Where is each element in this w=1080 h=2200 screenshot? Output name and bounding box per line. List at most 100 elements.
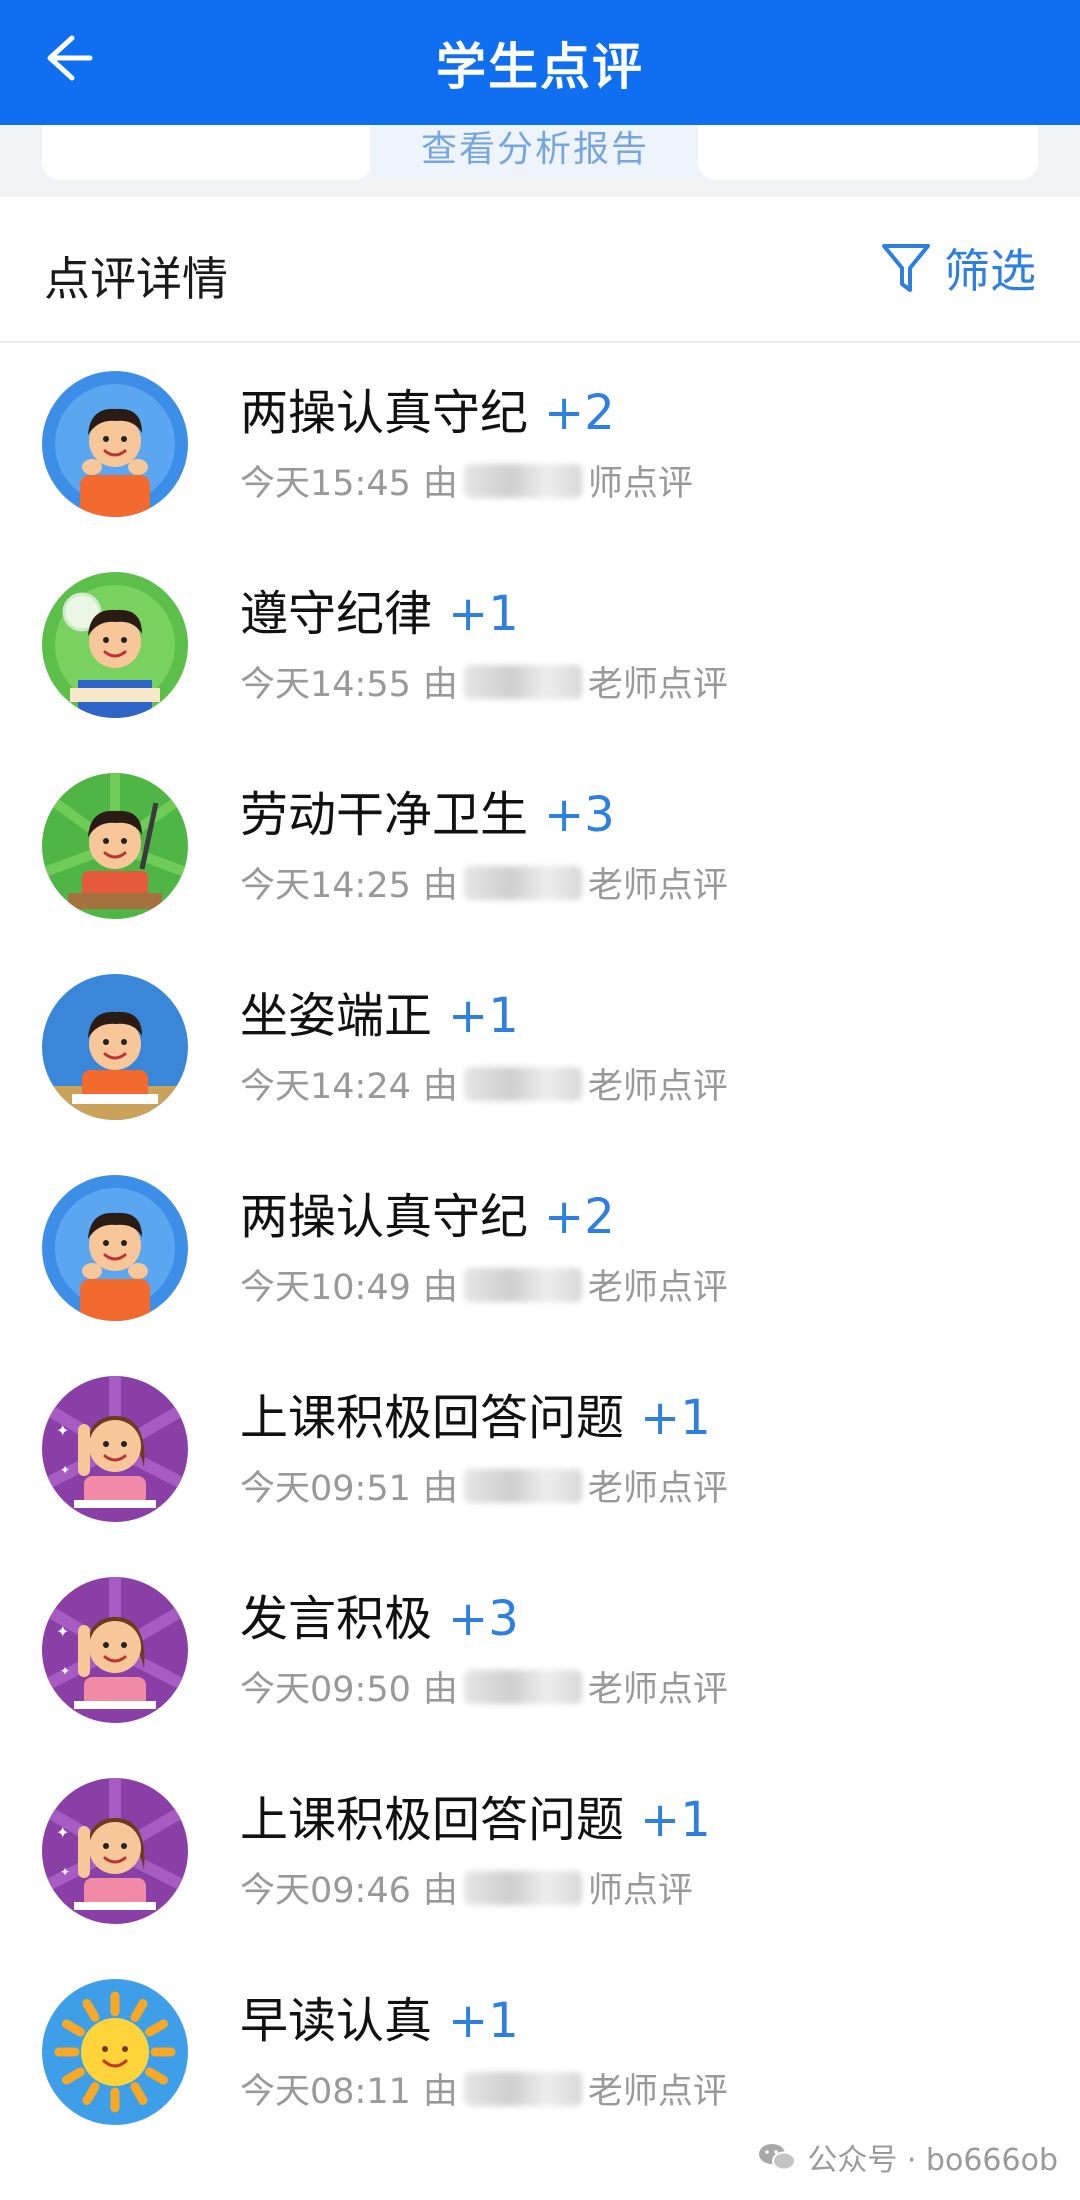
comment-time: 今天15:45: [240, 464, 411, 504]
comment-name: 上课积极回答问题: [240, 1390, 625, 1446]
comment-score: +2: [544, 1189, 615, 1245]
girl-purple-avatar-icon: ✦✦: [42, 1778, 188, 1924]
comment-score: +1: [448, 1993, 519, 2049]
comment-by: 由: [422, 1871, 458, 1911]
comment-name: 上课积极回答问题: [240, 1792, 625, 1848]
comment-suffix: 老师点评: [587, 2072, 728, 2112]
comment-time: 今天14:25: [240, 866, 411, 906]
comment-title: 劳动干净卫生 +3: [240, 775, 615, 845]
comment-meta: 今天14:25 由 老师点评: [240, 857, 728, 908]
comment-by: 由: [422, 2072, 458, 2112]
view-report-label: 查看分析报告: [420, 129, 649, 170]
comment-by: 由: [422, 665, 458, 705]
svg-text:✦: ✦: [60, 1664, 70, 1678]
comment-by: 由: [422, 1268, 458, 1308]
girl-purple-avatar-icon: ✦✦: [42, 1376, 188, 1522]
comment-name: 发言积极: [240, 1591, 433, 1647]
comment-title: 遵守纪律 +1: [240, 574, 519, 644]
comment-name: 两操认真守纪: [240, 1189, 529, 1245]
comment-suffix: 老师点评: [587, 1067, 728, 1107]
comment-avatar: [42, 1979, 188, 2125]
comment-meta: 今天14:24 由 老师点评: [240, 1058, 728, 1109]
comment-suffix: 师点评: [587, 1871, 693, 1911]
comment-avatar: [42, 1175, 188, 1321]
comment-name: 早读认真: [240, 1993, 433, 2049]
filter-icon: [882, 244, 930, 292]
svg-text:✦: ✦: [56, 1622, 69, 1641]
comment-suffix: 师点评: [587, 464, 693, 504]
comment-name: 遵守纪律: [240, 586, 433, 642]
comment-by: 由: [422, 1067, 458, 1107]
comment-name: 两操认真守纪: [240, 385, 529, 441]
redacted-teacher-name: [463, 1267, 582, 1302]
comment-avatar: [42, 974, 188, 1120]
boy-blue-avatar-icon: [42, 371, 188, 517]
redacted-teacher-name: [463, 1468, 582, 1503]
comment-row[interactable]: 坐姿端正 +1 今天14:24 由 老师点评: [0, 946, 1080, 1147]
comment-score: +3: [448, 1591, 519, 1647]
comment-by: 由: [422, 866, 458, 906]
page-title: 学生点评: [436, 37, 644, 96]
comment-by: 由: [422, 464, 458, 504]
comment-meta: 今天09:51 由 老师点评: [240, 1460, 728, 1511]
arrow-left-icon: [47, 35, 93, 81]
sun-blue-avatar-icon: [42, 1979, 188, 2125]
watermark-text: 公众号 · bo666ob: [807, 2143, 1058, 2178]
comment-meta: 今天14:55 由 老师点评: [240, 656, 728, 707]
comment-avatar: [42, 773, 188, 919]
comment-title: 两操认真守纪 +2: [240, 1177, 615, 1247]
comment-suffix: 老师点评: [587, 1268, 728, 1308]
comment-title: 坐姿端正 +1: [240, 976, 519, 1046]
comment-time: 今天08:11: [240, 2072, 411, 2112]
comment-time: 今天14:55: [240, 665, 411, 705]
filter-label: 筛选: [944, 244, 1036, 298]
comment-suffix: 老师点评: [587, 1469, 728, 1509]
filter-button[interactable]: 筛选: [878, 235, 1036, 301]
app-header: 学生点评: [0, 0, 1080, 125]
wechat-icon: [759, 2144, 797, 2171]
comment-title: 上课积极回答问题 +1: [240, 1780, 711, 1850]
comment-row[interactable]: ✦ ✦ 上课积极回答问题 +1 今天09:46 由师点评: [0, 1750, 1080, 1951]
boy-green-avatar-icon: [42, 572, 188, 718]
comment-avatar: ✦ ✦: [42, 1376, 188, 1522]
comment-suffix: 老师点评: [587, 665, 728, 705]
comment-time: 今天14:24: [240, 1067, 411, 1107]
comment-score: +1: [640, 1390, 711, 1446]
summary-card-right[interactable]: [698, 125, 1038, 180]
comment-time: 今天10:49: [240, 1268, 411, 1308]
section-title: 点评详情: [44, 252, 228, 306]
boy-blue-avatar-icon: [42, 1175, 188, 1321]
svg-text:✦: ✦: [56, 1421, 69, 1440]
view-report-button[interactable]: 查看分析报告: [370, 125, 700, 180]
boy-blue-desk-avatar-icon: [42, 974, 188, 1120]
comment-avatar: [42, 572, 188, 718]
comment-name: 劳动干净卫生: [240, 787, 529, 843]
comment-meta: 今天08:11 由 老师点评: [240, 2063, 728, 2114]
comment-row[interactable]: ✦ ✦ 上课积极回答问题 +1 今天09:51 由老师点评: [0, 1348, 1080, 1549]
comment-row[interactable]: 劳动干净卫生 +3 今天14:25 由 老师点评: [0, 745, 1080, 946]
comment-row[interactable]: 早读认真 +1 今天08:11 由 老师点评: [0, 1951, 1080, 2152]
redacted-teacher-name: [463, 1870, 582, 1905]
comment-score: +3: [544, 787, 615, 843]
report-card-strip: 查看分析报告: [0, 125, 1080, 197]
comment-avatar: [42, 371, 188, 517]
comment-score: +1: [448, 988, 519, 1044]
watermark: 公众号 · bo666ob: [757, 2135, 1058, 2179]
comment-row[interactable]: ✦ ✦ 发言积极 +3 今天09:50 由老师点评: [0, 1549, 1080, 1750]
comment-row[interactable]: 遵守纪律 +1 今天14:55 由 老师点评: [0, 544, 1080, 745]
comment-row[interactable]: 两操认真守纪 +2 今天10:49 由 老师点评: [0, 1147, 1080, 1348]
redacted-teacher-name: [463, 2071, 582, 2106]
comment-score: +2: [544, 385, 615, 441]
comment-meta: 今天09:46 由 师点评: [240, 1862, 693, 1913]
summary-card-left[interactable]: [42, 125, 372, 180]
comment-meta: 今天09:50 由 老师点评: [240, 1661, 728, 1712]
comment-suffix: 老师点评: [587, 1670, 728, 1710]
comment-by: 由: [422, 1670, 458, 1710]
back-button[interactable]: [28, 18, 108, 98]
comment-score: +1: [640, 1792, 711, 1848]
comment-title: 上课积极回答问题 +1: [240, 1378, 711, 1448]
comment-row[interactable]: 两操认真守纪 +2 今天15:45 由 师点评: [0, 343, 1080, 544]
comment-meta: 今天10:49 由 老师点评: [240, 1259, 728, 1310]
girl-purple-avatar-icon: ✦✦: [42, 1577, 188, 1723]
comment-avatar: ✦ ✦: [42, 1577, 188, 1723]
